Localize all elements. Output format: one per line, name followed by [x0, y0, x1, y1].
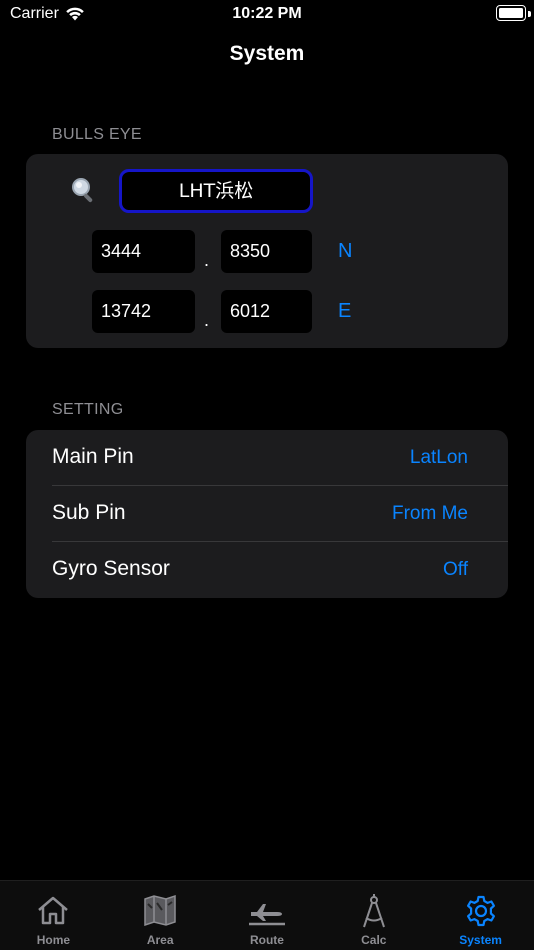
compass-icon [362, 894, 385, 928]
airplane-icon [248, 904, 285, 926]
setting-row-label: Sub Pin [52, 501, 126, 524]
tab-label: Calc [361, 933, 387, 947]
setting-row-main-pin[interactable]: Main Pin LatLon [26, 430, 508, 486]
longitude-decimal-field[interactable]: 6012 [221, 290, 312, 333]
tab-bar: Home Area Route Calc System [0, 880, 534, 950]
map-icon [144, 894, 176, 926]
setting-row-label: Main Pin [52, 445, 134, 468]
battery-icon [496, 5, 526, 21]
setting-row-label: Gyro Sensor [52, 557, 170, 580]
search-icon[interactable] [70, 176, 98, 204]
latitude-direction-button[interactable]: N [338, 240, 352, 263]
setting-row-sub-pin[interactable]: Sub Pin From Me [26, 486, 508, 542]
tab-home[interactable]: Home [0, 881, 107, 950]
setting-header: SETTING [52, 401, 124, 418]
gear-icon [466, 895, 495, 927]
setting-card: Main Pin LatLon Sub Pin From Me Gyro Sen… [26, 430, 508, 598]
setting-row-value[interactable]: Off [443, 559, 468, 581]
tab-area[interactable]: Area [107, 881, 214, 950]
tab-label: System [459, 933, 502, 947]
battery-tip [528, 11, 531, 17]
tab-label: Home [36, 933, 71, 947]
setting-row-value[interactable]: LatLon [410, 447, 468, 469]
tab-route[interactable]: Route [214, 881, 321, 950]
longitude-degrees-field[interactable]: 13742 [92, 290, 195, 333]
home-icon [38, 896, 69, 925]
latitude-decimal-field[interactable]: 8350 [221, 230, 312, 273]
longitude-direction-button[interactable]: E [338, 300, 351, 323]
bulls-eye-card: LHT浜松 3444 . 8350 N 13742 . 6012 E [26, 154, 508, 348]
clock: 10:22 PM [232, 5, 302, 22]
latitude-degrees-field[interactable]: 3444 [92, 230, 195, 273]
longitude-separator: . [204, 310, 210, 330]
tab-system[interactable]: System [427, 881, 534, 950]
status-bar: Carrier 10:22 PM [0, 0, 534, 28]
latitude-separator: . [204, 250, 210, 270]
setting-row-value[interactable]: From Me [392, 503, 468, 525]
tab-label: Route [249, 933, 284, 947]
page-title: System [229, 42, 305, 65]
tab-label: Area [146, 933, 174, 947]
bulls-eye-header: BULLS EYE [52, 126, 142, 143]
bullseye-name-field[interactable]: LHT浜松 [119, 169, 313, 213]
tab-calc[interactable]: Calc [320, 881, 427, 950]
setting-row-gyro-sensor[interactable]: Gyro Sensor Off [26, 542, 508, 598]
